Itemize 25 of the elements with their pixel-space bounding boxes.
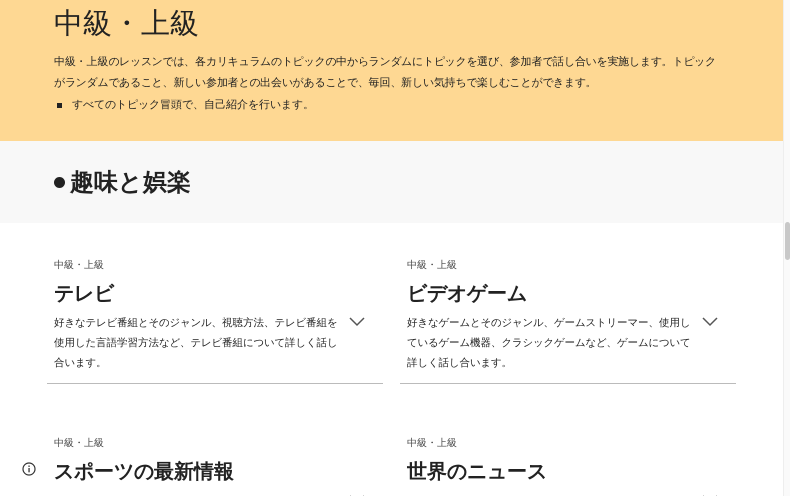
- intro-text: 中級・上級のレッスンでは、各カリキュラムのトピックの中からランダムにトピックを選び、参加者で話し合いを実施します。トピックがランダムであること、新しい参加者との出会いがあることで、毎回、新しい気持ちで楽しむことができます。: [54, 54, 717, 91]
- topic-title: テレビ: [54, 280, 116, 307]
- bullet-icon: [54, 176, 65, 188]
- topic-card[interactable]: 中級・上級 スポーツの最新情報: [47, 437, 383, 496]
- bullet-icon: [57, 102, 62, 108]
- topic-description: 好きなゲームとそのジャンル、ゲームストリーマー、使用しているゲーム機器、クラシックゲームなど、ゲームについて詳しく話し合います。: [407, 316, 692, 371]
- page-heading: 中級・上級: [54, 5, 200, 42]
- level-label: 中級・上級: [407, 259, 458, 273]
- scrollbar[interactable]: [783, 0, 790, 496]
- level-label: 中級・上級: [54, 259, 105, 273]
- info-icon[interactable]: [22, 462, 36, 476]
- topic-card[interactable]: 中級・上級 世界のニュース: [400, 437, 736, 496]
- chevron-down-icon[interactable]: [349, 317, 365, 327]
- topic-card[interactable]: 中級・上級 ビデオゲーム 好きなゲームとそのジャンル、ゲームストリーマー、使用しているゲーム機器、クラシックゲームなど、ゲームについて詳しく話し合います。: [400, 259, 736, 384]
- scrollbar-thumb[interactable]: [785, 222, 790, 260]
- level-label: 中級・上級: [407, 437, 458, 451]
- section-heading: 趣味と娯楽: [70, 167, 191, 198]
- topic-card[interactable]: 中級・上級 テレビ 好きなテレビ番組とそのジャンル、視聴方法、テレビ番組を使用した言語学習方法など、テレビ番組について詳しく話し合います。: [47, 259, 383, 384]
- level-label: 中級・上級: [54, 437, 105, 451]
- chevron-down-icon[interactable]: [702, 317, 718, 327]
- topic-title: スポーツの最新情報: [54, 458, 235, 485]
- topic-title: 世界のニュース: [407, 458, 548, 485]
- topic-description: 好きなテレビ番組とそのジャンル、視聴方法、テレビ番組を使用した言語学習方法など、テレビ番組について詳しく話し合います。: [54, 316, 338, 371]
- topic-title: ビデオゲーム: [407, 280, 528, 307]
- bullet-text: すべてのトピック冒頭で、自己紹介を行います。: [72, 97, 314, 113]
